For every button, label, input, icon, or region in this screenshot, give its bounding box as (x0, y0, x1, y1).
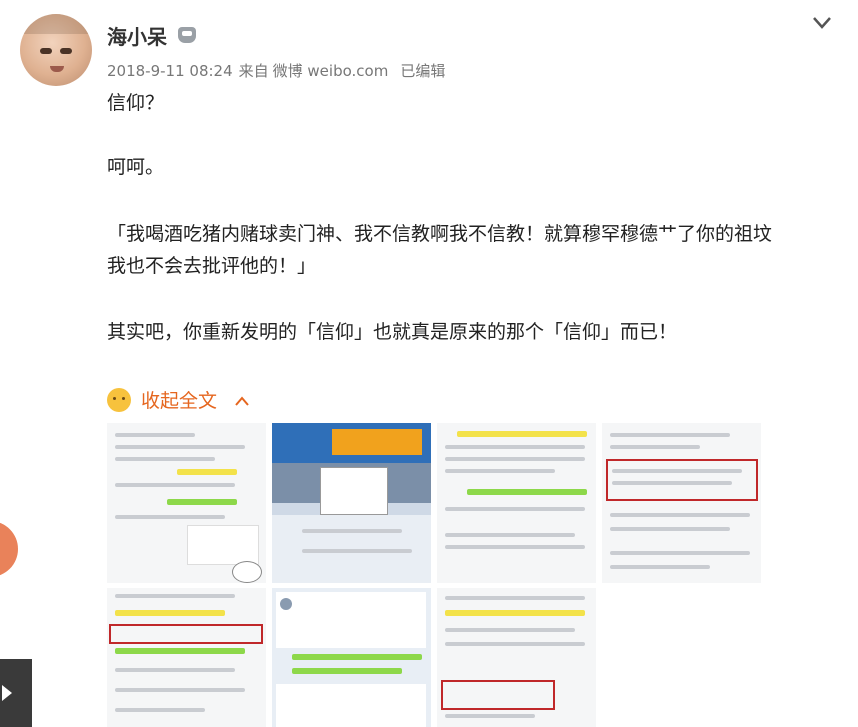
shrug-emoji-icon (107, 388, 131, 412)
author-avatar[interactable] (20, 14, 92, 86)
chevron-down-svg (813, 17, 831, 29)
floating-action-button[interactable] (0, 521, 18, 577)
thumb-line (445, 628, 575, 632)
thumb-line (445, 507, 585, 511)
thumb-line (612, 481, 732, 485)
post-source[interactable]: 微博 weibo.com (273, 62, 389, 80)
post-meta: 2018-9-11 08:24 来自 微博 weibo.com 已编辑 (107, 60, 451, 81)
thumb-highlight (115, 648, 245, 654)
collapse-label: 收起全文 (141, 390, 218, 412)
thumb-highlight (292, 654, 422, 660)
thumb-line (115, 433, 195, 437)
post-image[interactable] (602, 423, 761, 583)
thumb-line (302, 549, 412, 553)
thumb-line (115, 708, 205, 712)
thumb-line (115, 445, 245, 449)
post-timestamp[interactable]: 2018-9-11 08:24 (107, 62, 233, 80)
thumb-line (115, 457, 215, 461)
post-paragraph: 我也不会去批评他的！」 (107, 255, 317, 277)
thumb-line (445, 469, 555, 473)
post-paragraph: 呵呵。 (107, 156, 165, 178)
collapse-button[interactable]: 收起全文 (107, 386, 250, 413)
thumb-outline (606, 459, 758, 501)
thumb-card (276, 592, 426, 648)
post-image[interactable] (437, 588, 596, 727)
thumb-line (612, 469, 742, 473)
post-paragraph: 「我喝酒吃猪内赌球卖门神、我不信教啊我不信教！就算穆罕穆德艹了你的祖坟 (107, 223, 773, 245)
thumb-highlight (167, 499, 237, 505)
thumb-line (115, 594, 235, 598)
author-name[interactable]: 海小呆 (107, 21, 167, 50)
thumb-line (115, 688, 245, 692)
thumb-line (302, 529, 402, 533)
thumb-line (610, 527, 730, 531)
thumb-line (445, 714, 535, 718)
thumb-outline (441, 680, 555, 710)
chevron-up-svg (235, 396, 249, 406)
avatar-eye (60, 48, 72, 54)
thumb-line (115, 515, 225, 519)
thumb-line (115, 668, 235, 672)
thumb-line (115, 483, 235, 487)
thumb-avatar (280, 598, 292, 610)
source-prefix: 来自 (238, 62, 269, 80)
post-image[interactable] (272, 588, 431, 727)
post-image[interactable] (107, 588, 266, 727)
play-icon[interactable] (0, 659, 32, 727)
avatar-mouth (50, 66, 64, 72)
avatar-hair (20, 14, 92, 34)
thumb-line (610, 513, 750, 517)
thumb-sticker (232, 561, 262, 583)
thumb-highlight (467, 489, 587, 495)
thumb-line (445, 596, 585, 600)
thumb-highlight (115, 610, 225, 616)
thumb-line (610, 433, 730, 437)
post-paragraph: 信仰？ (107, 92, 165, 114)
thumb-line (610, 445, 700, 449)
thumb-line (445, 642, 585, 646)
post-image[interactable] (107, 423, 266, 583)
thumb-banner-title (332, 429, 422, 455)
thumb-card (187, 525, 259, 565)
thumb-highlight (457, 431, 587, 437)
thumb-highlight (292, 668, 402, 674)
thumb-card (276, 684, 426, 727)
robot-badge-icon (178, 27, 196, 43)
thumb-outline (109, 624, 263, 644)
thumb-line (610, 551, 750, 555)
thumb-dialog (320, 467, 388, 515)
thumb-line (445, 533, 575, 537)
chevron-up-icon (229, 392, 250, 411)
thumb-highlight (177, 469, 237, 475)
thumb-line (445, 445, 585, 449)
avatar-eye (40, 48, 52, 54)
thumb-highlight (445, 610, 585, 616)
post-image[interactable] (437, 423, 596, 583)
chevron-down-icon[interactable] (812, 14, 832, 35)
thumb-line (445, 457, 585, 461)
post-image[interactable] (272, 423, 431, 583)
thumb-line (445, 545, 585, 549)
post-paragraph: 其实吧，你重新发明的「信仰」也就真是原来的那个「信仰」而已！ (107, 321, 678, 343)
thumb-line (610, 565, 710, 569)
edited-label[interactable]: 已编辑 (400, 62, 445, 80)
